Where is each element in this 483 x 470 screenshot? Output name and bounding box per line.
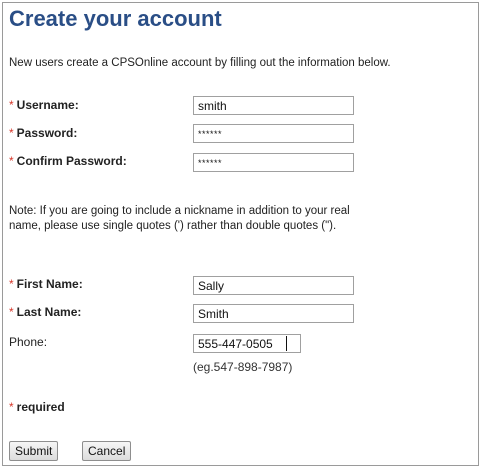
password-label: * Password: <box>9 126 78 140</box>
phone-label: Phone: <box>9 335 48 349</box>
required-legend: * required <box>9 400 65 414</box>
first-name-label: * First Name: <box>9 277 83 291</box>
required-marker: * <box>9 126 14 140</box>
nickname-note: Note: If you are going to include a nick… <box>9 205 350 232</box>
required-marker: * <box>9 305 14 319</box>
required-marker: * <box>9 154 14 168</box>
confirm-password-input[interactable] <box>193 153 354 172</box>
username-input[interactable] <box>193 96 354 115</box>
cancel-button[interactable]: Cancel <box>82 441 132 461</box>
required-marker: * <box>9 98 14 112</box>
password-input[interactable] <box>193 124 354 143</box>
username-label: * Username: <box>9 98 79 112</box>
intro-text: New users create a CPSOnline account by … <box>9 57 391 69</box>
phone-format-hint: (eg.547-898-7987) <box>193 360 293 374</box>
required-marker: * <box>9 277 14 291</box>
required-marker: * <box>9 400 14 414</box>
confirm-password-label: * Confirm Password: <box>9 154 127 168</box>
submit-button[interactable]: Submit <box>9 441 59 461</box>
last-name-label: * Last Name: <box>9 305 82 319</box>
last-name-input[interactable] <box>193 304 354 323</box>
phone-input[interactable] <box>193 334 301 353</box>
page-title: Create your account <box>9 6 222 31</box>
text-cursor <box>286 336 287 351</box>
first-name-input[interactable] <box>193 276 354 295</box>
form-panel <box>2 2 479 466</box>
